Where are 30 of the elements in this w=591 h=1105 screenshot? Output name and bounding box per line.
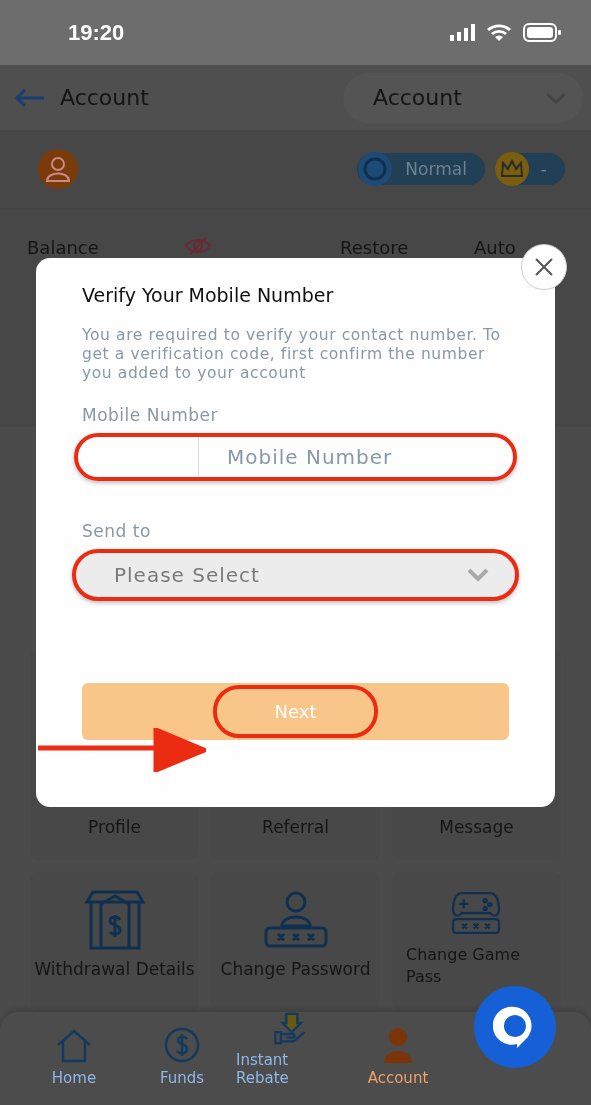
crown-icon	[494, 152, 529, 186]
avatar-icon	[38, 149, 78, 189]
field-label: Send to	[82, 521, 152, 541]
nav-tab[interactable]: Instant Rebate	[236, 1012, 344, 1105]
nav-tab[interactable]: Home	[20, 1012, 128, 1105]
nav-tab[interactable]: Account	[344, 1012, 452, 1105]
user-password-icon	[263, 890, 328, 950]
mobile-number-field[interactable]: Mobile Number	[74, 433, 517, 481]
hand-money-icon	[272, 1012, 308, 1045]
field-label: Mobile Number	[82, 405, 219, 425]
signal-icon	[450, 24, 475, 41]
person-icon	[383, 1027, 413, 1063]
medal-icon	[357, 151, 394, 187]
mobile-number-input[interactable]: Mobile Number	[199, 437, 513, 477]
dialog-title: Verify Your Mobile Number	[82, 284, 335, 306]
account-dropdown[interactable]: Account	[343, 72, 583, 123]
status-time: 19:20	[68, 19, 125, 46]
wifi-icon	[487, 24, 511, 41]
send-to-select[interactable]: Please Select	[72, 549, 519, 601]
close-icon	[535, 258, 553, 276]
battery-icon	[523, 23, 561, 42]
chevron-down-icon	[467, 568, 489, 582]
nav-tab[interactable]: Funds	[128, 1012, 236, 1105]
page-title: Account	[60, 85, 150, 110]
home-icon	[56, 1029, 92, 1063]
dollar-icon	[164, 1027, 200, 1063]
level-badge: -	[494, 153, 565, 185]
level-badge: Normal	[357, 153, 485, 185]
bank-icon	[82, 890, 147, 950]
dialog-message: You are required to verify your contact number. To get a verification code, first confirm the number you added to your account	[82, 326, 502, 383]
